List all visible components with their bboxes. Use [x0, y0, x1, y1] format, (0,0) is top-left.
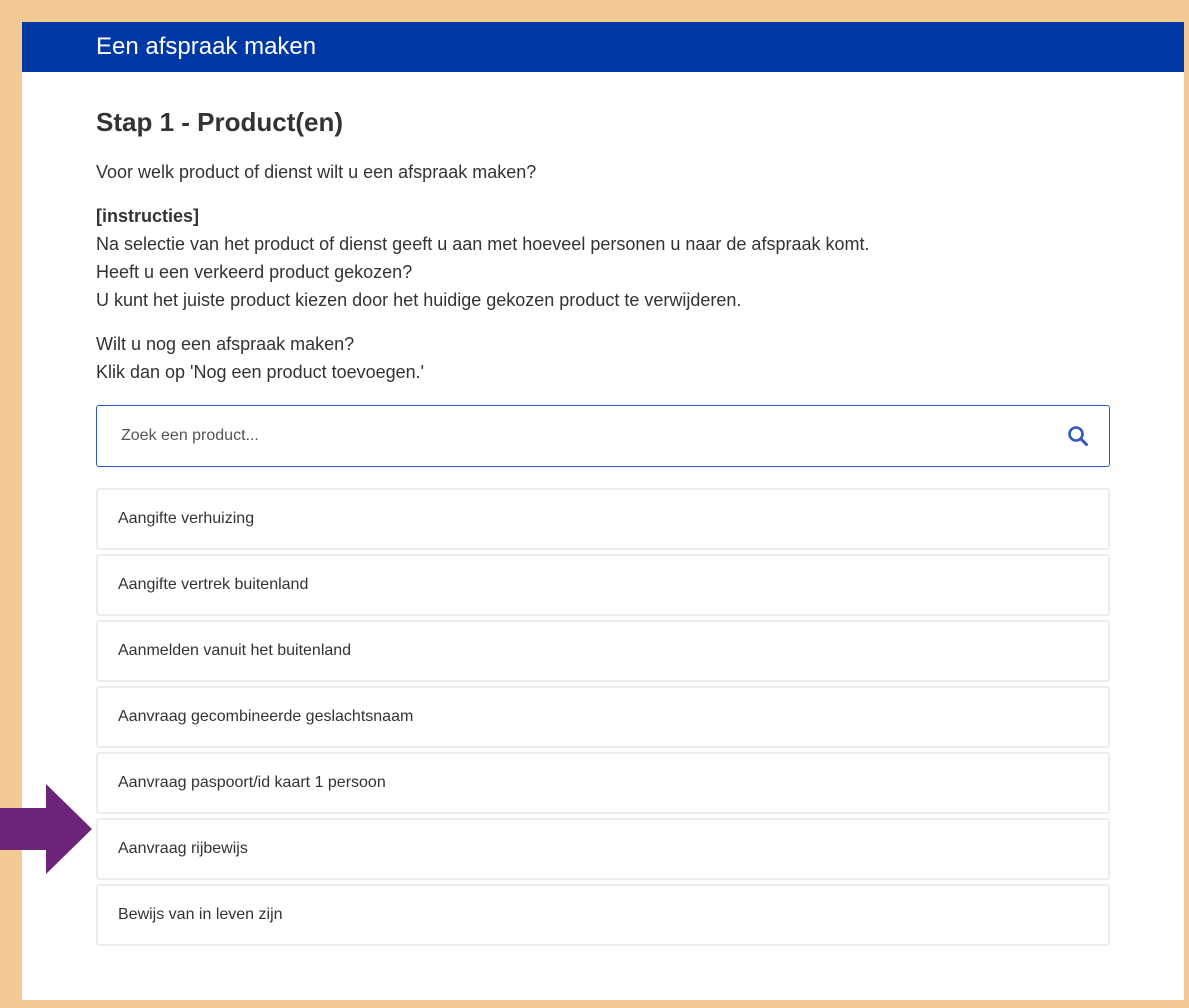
product-item-bewijs-in-leven[interactable]: Bewijs van in leven zijn	[96, 884, 1110, 946]
instruction-line: Na selectie van het product of dienst ge…	[96, 234, 870, 254]
instruction-line: U kunt het juiste product kiezen door he…	[96, 290, 742, 310]
page-frame: Een afspraak maken Stap 1 - Product(en) …	[22, 22, 1184, 1000]
instructions-heading: [instructies]	[96, 206, 200, 226]
header-bar: Een afspraak maken	[22, 22, 1184, 72]
search-icon[interactable]	[1065, 423, 1091, 449]
product-item-rijbewijs[interactable]: Aanvraag rijbewijs	[96, 818, 1110, 880]
additional-appointment-text: Wilt u nog een afspraak maken? Klik dan …	[96, 330, 1110, 386]
additional-line: Wilt u nog een afspraak maken?	[96, 334, 355, 354]
instruction-line: Heeft u een verkeerd product gekozen?	[96, 262, 413, 282]
product-item-aangifte-vertrek-buitenland[interactable]: Aangifte vertrek buitenland	[96, 554, 1110, 616]
search-box	[96, 405, 1110, 467]
product-item-aangifte-verhuizing[interactable]: Aangifte verhuizing	[96, 488, 1110, 550]
product-item-aanmelden-vanuit-buitenland[interactable]: Aanmelden vanuit het buitenland	[96, 620, 1110, 682]
search-input[interactable]	[119, 426, 1065, 446]
product-item-gecombineerde-geslachtsnaam[interactable]: Aanvraag gecombineerde geslachtsnaam	[96, 686, 1110, 748]
page-title: Stap 1 - Product(en)	[96, 107, 344, 137]
product-list: Aangifte verhuizing Aangifte vertrek bui…	[96, 488, 1110, 946]
pointer-arrow-icon	[0, 784, 92, 874]
main-content: Stap 1 - Product(en) Voor welk product o…	[22, 106, 1110, 946]
product-item-paspoort-id-kaart[interactable]: Aanvraag paspoort/id kaart 1 persoon	[96, 752, 1110, 814]
header-title: Een afspraak maken	[96, 33, 317, 60]
intro-text: Voor welk product of dienst wilt u een a…	[96, 162, 537, 182]
additional-line: Klik dan op 'Nog een product toevoegen.'	[96, 362, 425, 382]
instructions: [instructies] Na selectie van het produc…	[96, 202, 1110, 314]
